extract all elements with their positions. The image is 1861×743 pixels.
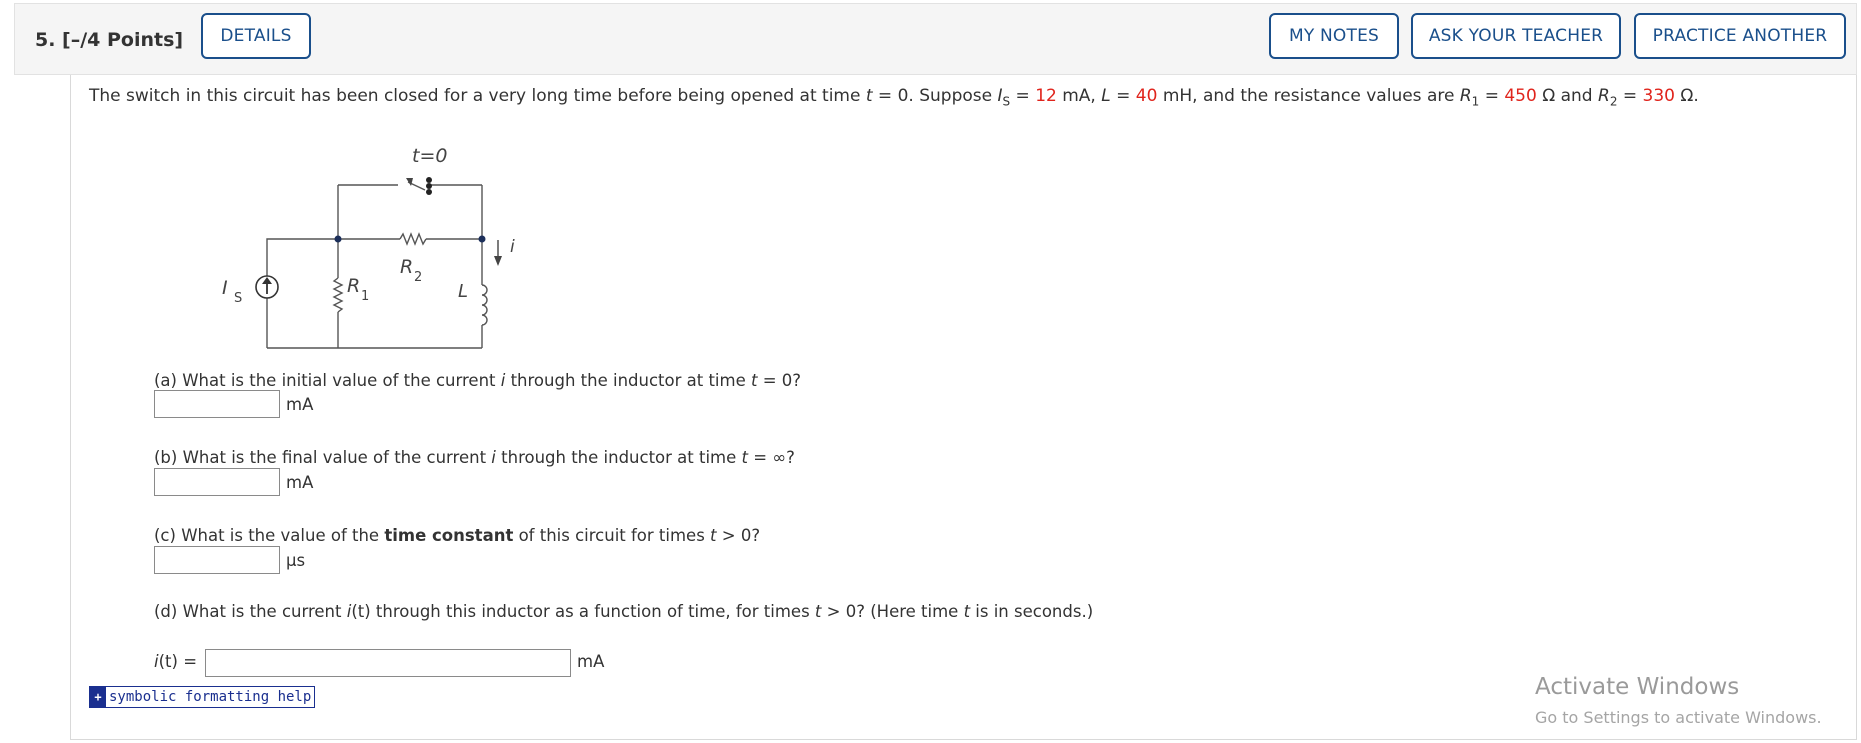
part-d-input-label: i(t) = <box>154 652 198 671</box>
ask-teacher-button[interactable]: ASK YOUR TEACHER <box>1411 13 1621 59</box>
is-value: 12 <box>1035 86 1057 106</box>
help-label: symbolic formatting help <box>109 689 312 705</box>
part-d-input[interactable] <box>205 649 571 677</box>
practice-another-button[interactable]: PRACTICE ANOTHER <box>1634 13 1846 59</box>
source-sub: S <box>234 291 242 306</box>
r2-value: 330 <box>1642 86 1675 106</box>
l-value: 40 <box>1135 86 1158 106</box>
symbolic-formatting-help-button[interactable]: + symbolic formatting help <box>89 686 316 708</box>
part-c-input[interactable] <box>154 546 280 574</box>
part-b-question: (b) What is the final value of the curre… <box>154 448 795 467</box>
part-d-question: (d) What is the current i(t) through thi… <box>154 602 1094 621</box>
r1-value: 450 <box>1504 86 1537 106</box>
part-d-unit: mA <box>577 652 605 671</box>
part-a-input[interactable] <box>154 390 280 418</box>
details-button[interactable]: DETAILS <box>201 13 311 59</box>
current-label: i <box>510 237 515 257</box>
inductor-label: L <box>458 281 468 302</box>
activate-windows-title: Activate Windows <box>1535 674 1740 700</box>
my-notes-button[interactable]: MY NOTES <box>1269 13 1399 59</box>
r1-sub: 1 <box>361 289 369 304</box>
part-c-unit: μs <box>286 551 306 570</box>
source-label: I <box>222 277 228 299</box>
question-points-label: 5. [–/4 Points] <box>35 29 184 51</box>
part-b-unit: mA <box>286 473 314 492</box>
problem-statement: The switch in this circuit has been clos… <box>89 86 1699 109</box>
part-c-question: (c) What is the value of the time consta… <box>154 526 761 545</box>
part-a-unit: mA <box>286 395 314 414</box>
part-a-question: (a) What is the initial value of the cur… <box>154 371 802 390</box>
plus-icon: + <box>90 687 106 707</box>
circuit-diagram: t=0 I S R 1 R 2 L i <box>222 145 515 349</box>
r1-label: R <box>347 275 360 297</box>
r2-sub: 2 <box>414 270 422 285</box>
activate-windows-subtitle: Go to Settings to activate Windows. <box>1535 708 1822 727</box>
switch-time-label: t=0 <box>412 145 447 167</box>
part-b-input[interactable] <box>154 468 280 496</box>
r2-label: R <box>400 256 413 278</box>
